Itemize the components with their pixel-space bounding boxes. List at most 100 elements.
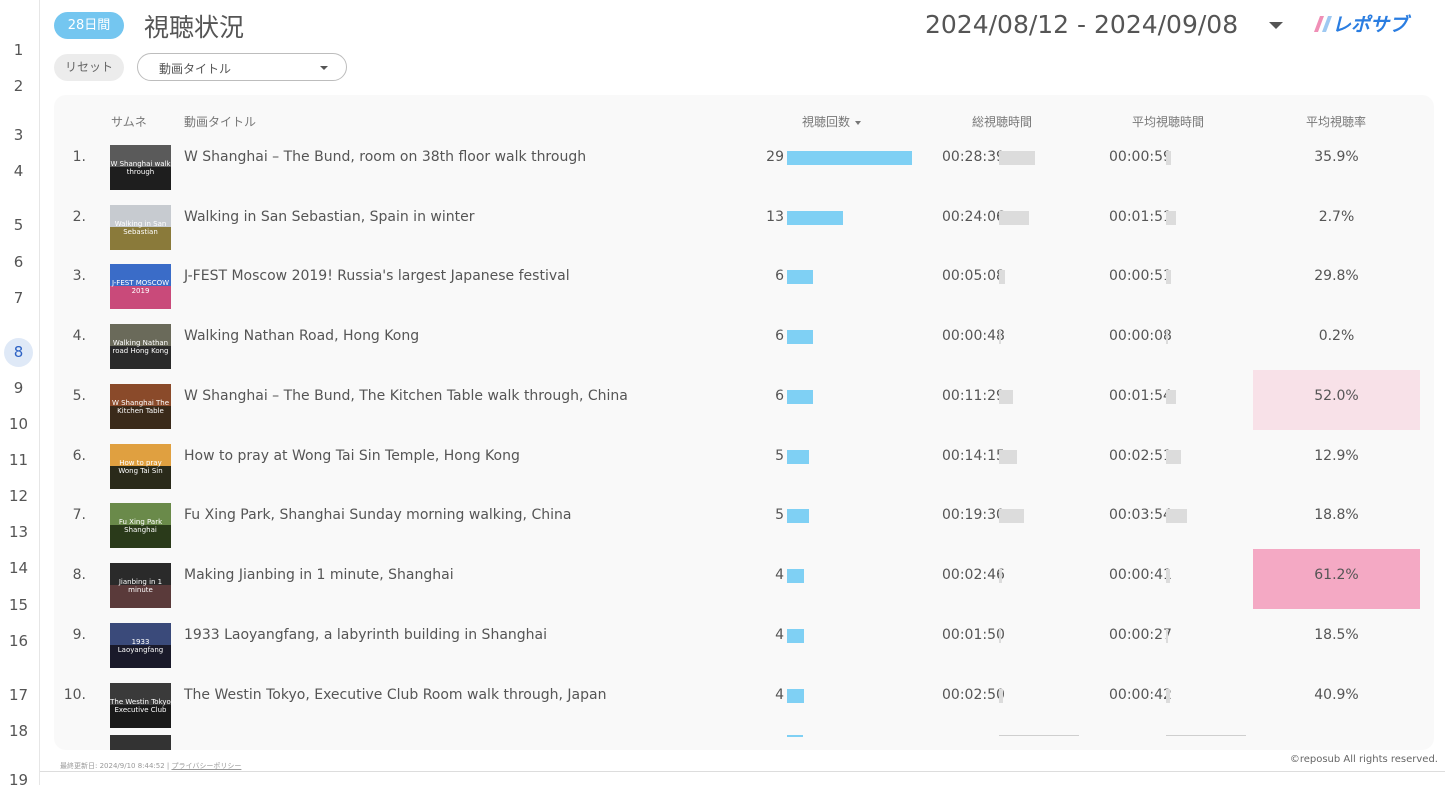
column-header-avg-watch-time[interactable]: 平均視聴時間 [1132,113,1204,130]
row-number[interactable]: 18 [0,721,37,741]
column-header-thumbnail: サムネ [111,115,147,129]
views-count: 6 [775,328,784,344]
table-row[interactable]: 10. The Westin Tokyo Executive Club The We… [54,683,1434,743]
reposub-logo: レポサブ [1314,14,1412,34]
views-bar [787,689,804,703]
date-range-picker[interactable]: 2024/08/12 - 2024/09/08 [925,10,1243,39]
avg-watch-time: 00:00:51 [1109,268,1172,284]
table-row[interactable]: 9. 1933 Laoyangfang 1933 Laoyangfang, a la… [54,623,1434,683]
table-row[interactable]: 2. Walking in San Sebastian Walking in San… [54,205,1434,265]
table-row[interactable]: 7. Fu Xing Park Shanghai Fu Xing Park, Sha… [54,503,1434,563]
total-time-bar [999,270,1005,284]
video-title[interactable]: J-FEST Moscow 2019! Russia's largest Jap… [184,268,570,284]
video-thumbnail[interactable]: W Shanghai The Kitchen Table [110,384,171,429]
video-title[interactable]: How to pray at Wong Tai Sin Temple, Hong… [184,448,520,464]
avg-view-rate: 61.2% [1314,567,1359,583]
video-title-filter-label: 動画タイトル [159,62,232,76]
row-number[interactable]: 6 [0,252,37,272]
video-thumbnail[interactable]: J-FEST MOSCOW 2019 [110,264,171,309]
avg-watch-time: 00:01:51 [1109,209,1172,225]
video-title[interactable]: Making Jianbing in 1 minute, Shanghai [184,567,454,583]
row-number-selected[interactable]: 8 [4,338,33,367]
caret-down-icon[interactable] [1269,22,1283,29]
table-row[interactable]: 8. Jianbing in 1 minute Making Jianbing in… [54,549,1434,623]
total-time-bar-partial [999,735,1079,736]
video-title[interactable]: W Shanghai – The Bund, The Kitchen Table… [184,388,628,404]
avg-watch-time: 00:00:41 [1109,567,1172,583]
video-title-filter[interactable]: 動画タイトル [137,53,347,81]
video-thumbnail[interactable]: W Shanghai walk through [110,145,171,190]
row-number[interactable]: 15 [0,595,37,615]
row-number[interactable]: 1 [0,40,37,60]
video-thumbnail[interactable]: The Westin Tokyo Executive Club [110,683,171,728]
avg-view-rate: 18.5% [1314,627,1359,643]
row-number[interactable]: 17 [0,685,37,705]
row-number[interactable]: 3 [0,125,37,145]
row-number[interactable]: 2 [0,76,37,96]
video-title[interactable]: The Westin Tokyo, Executive Club Room wa… [184,687,606,703]
table-row[interactable]: 6. How to pray Wong Tai Sin How to pray at… [54,444,1434,504]
row-number[interactable]: 14 [0,558,37,578]
privacy-policy-link[interactable]: プライバシーポリシー [172,762,242,770]
sort-desc-icon[interactable] [855,120,862,125]
row-number[interactable]: 5 [0,215,37,235]
row-rank: 10. [63,687,86,703]
video-thumbnail[interactable]: Walking Nathan road Hong Kong [110,324,171,369]
views-count: 4 [775,567,784,583]
row-number[interactable]: 19 [0,770,37,785]
video-thumbnail[interactable]: Fu Xing Park Shanghai [110,503,171,548]
row-number[interactable]: 16 [0,631,37,651]
views-bar [787,629,804,643]
total-time-bar [999,689,1003,703]
video-thumbnail[interactable]: How to pray Wong Tai Sin [110,444,171,489]
column-header-avg-view-rate[interactable]: 平均視聴率 [1306,113,1366,130]
video-thumbnail[interactable]: Jianbing in 1 minute [110,563,171,608]
bottom-divider [40,771,1445,772]
row-rank: 5. [72,388,86,404]
row-number[interactable]: 9 [0,378,37,398]
avg-time-bar [1166,569,1170,583]
table-row[interactable]: 4. Walking Nathan road Hong Kong Walking N… [54,324,1434,384]
row-number[interactable]: 10 [0,414,37,434]
avg-view-rate: 29.8% [1314,268,1359,284]
logo-text: レポサブ [1332,14,1412,34]
video-title[interactable]: Walking Nathan Road, Hong Kong [184,328,419,344]
video-title[interactable]: Fu Xing Park, Shanghai Sunday morning wa… [184,507,571,523]
avg-watch-time: 00:00:59 [1109,149,1172,165]
thumbnail-caption: Walking Nathan road Hong Kong [112,339,169,355]
column-header-views[interactable]: 視聴回数 [802,113,862,130]
avg-time-bar [1166,689,1170,703]
row-rank: 1. [72,149,86,165]
total-watch-time: 00:14:15 [942,448,1005,464]
table-row[interactable]: 1. W Shanghai walk through W Shanghai – Th… [54,145,1434,205]
video-title[interactable]: Walking in San Sebastian, Spain in winte… [184,209,474,225]
video-thumbnail[interactable]: 1933 Laoyangfang [110,623,171,668]
total-time-bar [999,450,1017,464]
views-bar [787,211,843,225]
avg-time-bar [1166,330,1168,344]
avg-time-bar [1166,450,1181,464]
thumbnail-caption: Fu Xing Park Shanghai [118,518,163,534]
column-header-total-watch-time[interactable]: 総視聴時間 [972,113,1032,130]
total-time-bar [999,629,1001,643]
row-number[interactable]: 7 [0,288,37,308]
avg-time-bar-partial [1166,735,1246,736]
views-bar [787,569,804,583]
table-row[interactable]: 3. J-FEST MOSCOW 2019 J-FEST Moscow 2019! … [54,264,1434,324]
views-count: 5 [775,448,784,464]
row-number[interactable]: 13 [0,522,37,542]
period-badge: 28日間 [54,12,124,39]
footer-info: 最終更新日: 2024/9/10 8:44:52 | プライバシーポリシー [60,761,241,771]
avg-time-bar [1166,390,1176,404]
row-number[interactable]: 4 [0,161,37,181]
views-count: 29 [766,149,784,165]
video-title[interactable]: 1933 Laoyangfang, a labyrinth building i… [184,627,547,643]
row-number[interactable]: 11 [0,450,37,470]
row-number[interactable]: 12 [0,486,37,506]
avg-view-rate: 2.7% [1318,209,1355,225]
reset-button[interactable]: リセット [54,54,124,81]
video-title[interactable]: W Shanghai – The Bund, room on 38th floo… [184,149,586,165]
avg-view-rate: 40.9% [1314,687,1359,703]
table-row[interactable]: 5. W Shanghai The Kitchen Table W Shanghai… [54,370,1434,444]
video-thumbnail[interactable]: Walking in San Sebastian [110,205,171,250]
